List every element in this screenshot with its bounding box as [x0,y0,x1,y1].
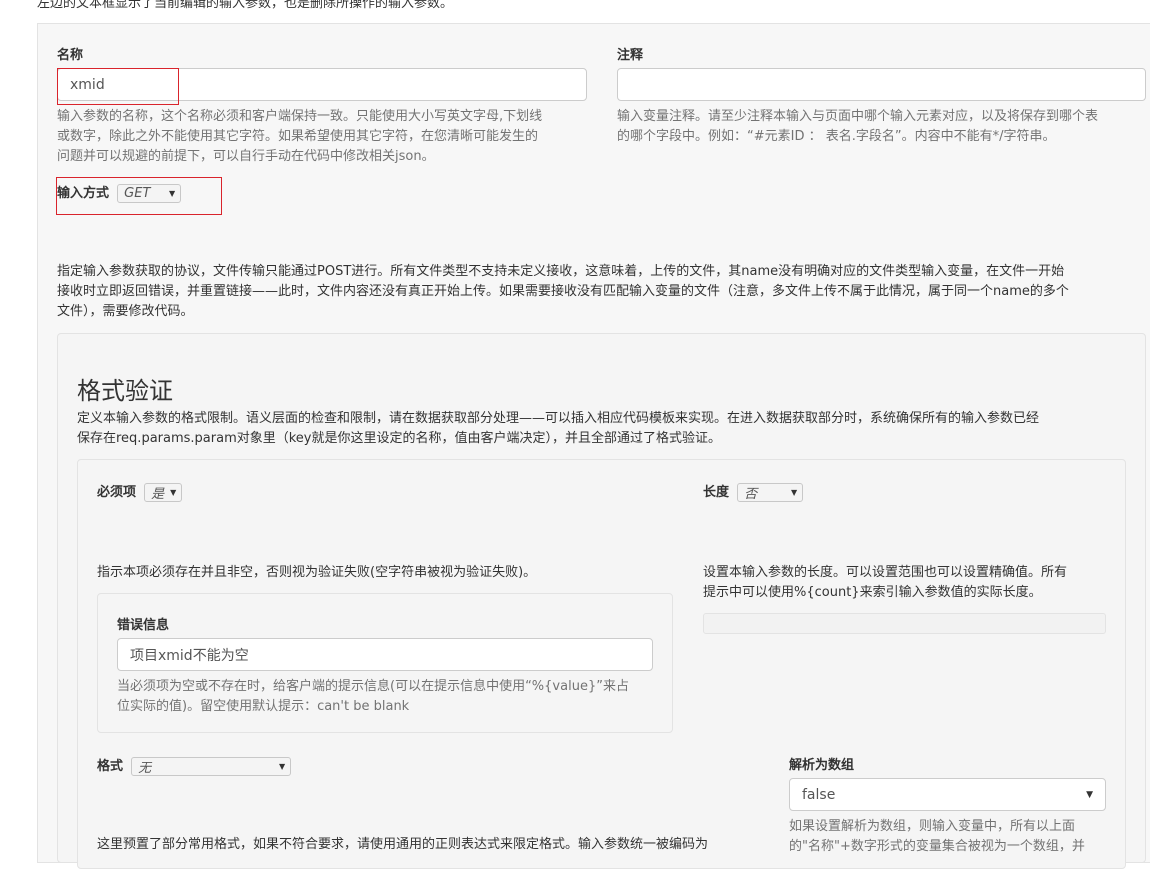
length-desc: 设置本输入参数的长度。可以设置范围也可以设置精确值。所有 提示中可以使用%{co… [703,565,1068,600]
required-value: 是 [151,487,165,502]
comment-help: 输入变量注释。请至少注释本输入与页面中哪个输入元素对应，以及将保存到哪个表 的哪… [617,109,1099,144]
format-select[interactable]: 无 ▼ [131,757,292,776]
required-label: 必须项 [97,485,137,500]
chevron-down-icon: ▼ [1086,789,1093,800]
error-message-help: 当必须项为空或不存在时，给客户端的提示信息(可以在提示信息中使用“%{value… [117,679,629,714]
format-row: 格式 无 ▼ [97,755,292,776]
parse-array-select[interactable]: false ▼ [789,778,1106,811]
required-desc: 指示本项必须存在并且非空，否则视为验证失败(空字符串被视为验证失败)。 [97,565,537,580]
error-message-input[interactable]: 项目xmid不能为空 [117,638,653,671]
parse-array-value: false [802,786,836,803]
length-select[interactable]: 否 ▼ [737,483,804,502]
format-validation-desc: 定义本输入参数的格式限制。语义层面的检查和限制，请在数据获取部分处理——可以插入… [77,411,1040,446]
format-value: 无 [138,761,152,776]
required-row: 必须项 是 ▼ [97,481,183,502]
comment-input[interactable] [617,68,1146,101]
length-settings-panel [703,613,1106,634]
format-desc: 这里预置了部分常用格式，如果不符合要求，请使用通用的正则表达式来限定格式。输入参… [97,837,709,852]
input-method-help: 指定输入参数获取的协议，文件传输只能通过POST进行。所有文件类型不支持未定义接… [57,264,1069,319]
comment-label: 注释 [617,48,644,63]
chevron-down-icon: ▼ [791,488,798,497]
parse-array-help: 如果设置解析为数组，则输入变量中，所有以上面 的"名称"+数字形式的变量集合被视… [789,819,1085,854]
name-label: 名称 [57,48,84,63]
length-label: 长度 [703,485,730,500]
format-label: 格式 [97,759,124,774]
intro-text: 左边的文本框显示了当前编辑的输入参数，也是删除所操作的输入参数。 [37,0,454,11]
name-help: 输入参数的名称，这个名称必须和客户端保持一致。只能使用大小写英文字母,下划线 或… [57,109,543,164]
length-row: 长度 否 ▼ [703,481,804,502]
required-select[interactable]: 是 ▼ [144,483,183,502]
input-method-highlight [56,177,222,215]
error-message-label: 错误信息 [117,618,170,633]
format-validation-title: 格式验证 [77,377,173,405]
chevron-down-icon: ▼ [170,488,177,497]
name-highlight [57,68,179,105]
length-value: 否 [744,487,758,502]
chevron-down-icon: ▼ [279,762,286,771]
parse-array-label: 解析为数组 [789,758,855,773]
